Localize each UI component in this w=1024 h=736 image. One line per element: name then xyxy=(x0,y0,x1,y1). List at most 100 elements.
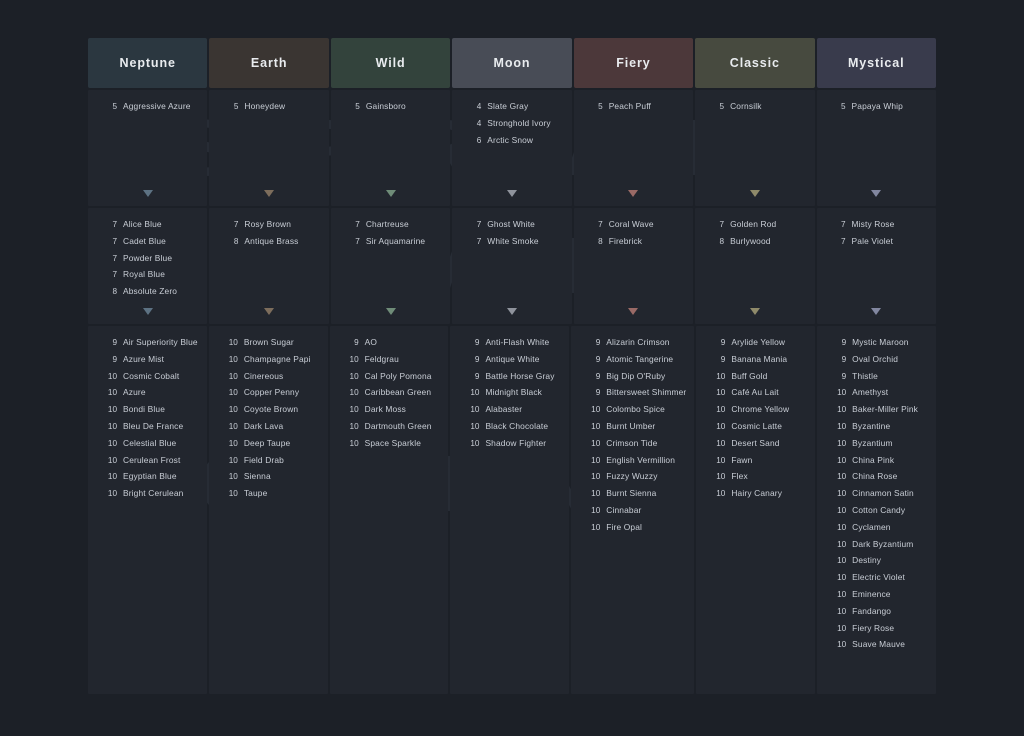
color-entry[interactable]: 10 Cinnamon Satin xyxy=(817,488,936,498)
color-entry[interactable]: 9 Banana Mania xyxy=(696,354,815,364)
tier-cell[interactable]: 9 Alizarin Crimson 9 Atomic Tangerine 9 Big D… xyxy=(571,326,695,694)
tier-cell[interactable]: 10 Brown Sugar 10 Champagne Papi 10 Cinereous… xyxy=(208,326,328,694)
tier-cell[interactable]: 7 Coral Wave 8 Firebrick xyxy=(573,208,694,324)
tier-cell[interactable]: 4 Slate Gray 4 Stronghold Ivory 6 Arctic Snow xyxy=(452,90,572,206)
color-entry[interactable]: 10 Dark Byzantium xyxy=(817,539,936,549)
color-entry[interactable]: 9 Azure Mist xyxy=(88,354,207,364)
color-entry[interactable]: 8 Antique Brass xyxy=(209,236,328,246)
color-entry[interactable]: 7 Cadet Blue xyxy=(88,236,207,246)
color-entry[interactable]: 10 Black Chocolate xyxy=(450,421,569,431)
tier-cell[interactable]: 7 Rosy Brown 8 Antique Brass xyxy=(209,208,329,324)
color-entry[interactable]: 10 Buff Gold xyxy=(696,371,815,381)
color-entry[interactable]: 10 Space Sparkle xyxy=(330,438,449,448)
column-header-earth[interactable]: Earth xyxy=(209,38,329,88)
tier-expand-marker[interactable] xyxy=(574,308,693,315)
tier-cell[interactable]: 9 AO 10 Feldgrau 10 Cal Poly Pomona 10 Caribbea… xyxy=(329,326,449,694)
color-entry[interactable]: 8 Firebrick xyxy=(574,236,693,246)
color-entry[interactable]: 10 Azure xyxy=(88,387,207,397)
color-entry[interactable]: 10 Coyote Brown xyxy=(209,404,328,414)
tier-cell[interactable]: 7 Golden Rod 8 Burlywood xyxy=(695,208,815,324)
tier-cell[interactable]: 5 Papaya Whip xyxy=(816,90,936,206)
tier-expand-marker[interactable] xyxy=(88,308,207,315)
color-entry[interactable]: 7 Golden Rod xyxy=(695,219,814,229)
color-entry[interactable]: 10 Brown Sugar xyxy=(209,337,328,347)
tier-expand-marker[interactable] xyxy=(817,308,936,315)
color-entry[interactable]: 7 Rosy Brown xyxy=(209,219,328,229)
color-entry[interactable]: 7 Powder Blue xyxy=(88,253,207,263)
color-entry[interactable]: 10 Egyptian Blue xyxy=(88,471,207,481)
color-entry[interactable]: 7 Chartreuse xyxy=(331,219,450,229)
color-entry[interactable]: 10 Dark Lava xyxy=(209,421,328,431)
color-entry[interactable]: 10 Destiny xyxy=(817,555,936,565)
color-entry[interactable]: 10 Chrome Yellow xyxy=(696,404,815,414)
color-entry[interactable]: 9 Oval Orchid xyxy=(817,354,936,364)
color-entry[interactable]: 10 Flex xyxy=(696,471,815,481)
tier-cell[interactable]: 9 Anti-Flash White 9 Antique White 9 Battle H… xyxy=(450,326,570,694)
color-entry[interactable]: 10 Fire Opal xyxy=(571,522,694,532)
tier-cell[interactable]: 5 Cornsilk xyxy=(695,90,815,206)
color-entry[interactable]: 10 Sienna xyxy=(209,471,328,481)
color-entry[interactable]: 10 Alabaster xyxy=(450,404,569,414)
tier-expand-marker[interactable] xyxy=(452,190,571,197)
color-entry[interactable]: 10 Cinereous xyxy=(209,371,328,381)
color-entry[interactable]: 10 Fuzzy Wuzzy xyxy=(571,471,694,481)
color-entry[interactable]: 8 Burlywood xyxy=(695,236,814,246)
tier-cell[interactable]: 7 Chartreuse 7 Sir Aquamarine xyxy=(330,208,451,324)
color-entry[interactable]: 10 Cerulean Frost xyxy=(88,455,207,465)
color-entry[interactable]: 10 Electric Violet xyxy=(817,572,936,582)
color-entry[interactable]: 7 Royal Blue xyxy=(88,269,207,279)
color-entry[interactable]: 10 Field Drab xyxy=(209,455,328,465)
color-entry[interactable]: 10 Fawn xyxy=(696,455,815,465)
color-entry[interactable]: 9 Arylide Yellow xyxy=(696,337,815,347)
color-entry[interactable]: 10 China Pink xyxy=(817,455,936,465)
color-entry[interactable]: 10 Desert Sand xyxy=(696,438,815,448)
column-header-wild[interactable]: Wild xyxy=(330,38,451,88)
color-entry[interactable]: 6 Arctic Snow xyxy=(452,135,571,145)
color-entry[interactable]: 10 Fiery Rose xyxy=(817,623,936,633)
color-entry[interactable]: 4 Stronghold Ivory xyxy=(452,118,571,128)
color-entry[interactable]: 10 Byzantium xyxy=(817,438,936,448)
color-entry[interactable]: 9 Air Superiority Blue xyxy=(88,337,207,347)
tier-cell[interactable]: 5 Aggressive Azure xyxy=(88,90,208,206)
color-entry[interactable]: 10 Bondi Blue xyxy=(88,404,207,414)
column-header-classic[interactable]: Classic xyxy=(695,38,815,88)
color-entry[interactable]: 10 Baker-Miller Pink xyxy=(817,404,936,414)
color-entry[interactable]: 10 Burnt Umber xyxy=(571,421,694,431)
color-entry[interactable]: 5 Cornsilk xyxy=(695,101,814,111)
color-entry[interactable]: 10 Hairy Canary xyxy=(696,488,815,498)
color-entry[interactable]: 10 Cosmic Cobalt xyxy=(88,371,207,381)
color-entry[interactable]: 10 Feldgrau xyxy=(330,354,449,364)
color-entry[interactable]: 10 Caribbean Green xyxy=(330,387,449,397)
tier-expand-marker[interactable] xyxy=(695,190,814,197)
color-entry[interactable]: 10 English Vermillion xyxy=(571,455,694,465)
color-entry[interactable]: 9 Big Dip O'Ruby xyxy=(571,371,694,381)
color-entry[interactable]: 9 Alizarin Crimson xyxy=(571,337,694,347)
tier-expand-marker[interactable] xyxy=(331,308,450,315)
color-entry[interactable]: 10 Café Au Lait xyxy=(696,387,815,397)
tier-cell[interactable]: 5 Gainsboro xyxy=(330,90,451,206)
tier-cell[interactable]: 5 Peach Puff xyxy=(573,90,694,206)
color-entry[interactable]: 10 Deep Taupe xyxy=(209,438,328,448)
color-entry[interactable]: 7 Coral Wave xyxy=(574,219,693,229)
column-header-mystical[interactable]: Mystical xyxy=(816,38,936,88)
color-entry[interactable]: 10 Cosmic Latte xyxy=(696,421,815,431)
color-entry[interactable]: 10 Bright Cerulean xyxy=(88,488,207,498)
tier-cell[interactable]: 9 Mystic Maroon 9 Oval Orchid 9 Thistle 10 Amet… xyxy=(817,326,936,694)
tier-expand-marker[interactable] xyxy=(695,308,814,315)
tier-expand-marker[interactable] xyxy=(817,190,936,197)
color-entry[interactable]: 7 Pale Violet xyxy=(817,236,936,246)
color-entry[interactable]: 10 Taupe xyxy=(209,488,328,498)
color-entry[interactable]: 9 Thistle xyxy=(817,371,936,381)
tier-expand-marker[interactable] xyxy=(88,190,207,197)
color-entry[interactable]: 10 Dartmouth Green xyxy=(330,421,449,431)
color-entry[interactable]: 10 Crimson Tide xyxy=(571,438,694,448)
color-entry[interactable]: 10 Cal Poly Pomona xyxy=(330,371,449,381)
tier-expand-marker[interactable] xyxy=(331,190,450,197)
color-entry[interactable]: 9 Battle Horse Gray xyxy=(450,371,569,381)
color-entry[interactable]: 10 Cotton Candy xyxy=(817,505,936,515)
color-entry[interactable]: 10 Dark Moss xyxy=(330,404,449,414)
color-entry[interactable]: 4 Slate Gray xyxy=(452,101,571,111)
tier-cell[interactable]: 9 Air Superiority Blue 9 Azure Mist 10 Cosmic… xyxy=(88,326,207,694)
color-entry[interactable]: 8 Absolute Zero xyxy=(88,286,207,296)
tier-expand-marker[interactable] xyxy=(209,308,328,315)
